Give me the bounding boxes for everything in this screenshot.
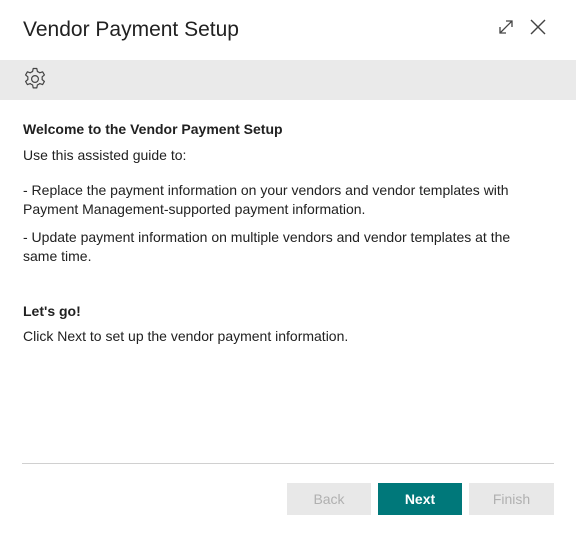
settings-button[interactable] (22, 66, 48, 97)
close-button[interactable] (527, 18, 549, 40)
bullet-update-payment-info: - Update payment information on multiple… (23, 229, 511, 264)
back-button[interactable]: Back (287, 483, 371, 515)
close-icon (529, 18, 547, 41)
expand-button[interactable] (495, 18, 517, 40)
footer-divider (22, 463, 554, 464)
finish-button[interactable]: Finish (469, 483, 554, 515)
welcome-heading: Welcome to the Vendor Payment Setup (23, 121, 283, 137)
dialog-title: Vendor Payment Setup (23, 18, 239, 41)
title-bar: Vendor Payment Setup (0, 0, 576, 60)
next-button[interactable]: Next (378, 483, 462, 515)
bullet-replace-payment-info: - Replace the payment information on you… (23, 182, 509, 217)
intro-text: Use this assisted guide to: (23, 147, 187, 163)
vendor-payment-setup-dialog: Vendor Payment Setup Welcome to the Vend… (0, 0, 576, 536)
lets-go-text: Click Next to set up the vendor payment … (23, 328, 349, 344)
action-bar (0, 60, 576, 100)
gear-icon (22, 66, 48, 97)
lets-go-heading: Let's go! (23, 303, 81, 319)
expand-icon (497, 18, 515, 41)
